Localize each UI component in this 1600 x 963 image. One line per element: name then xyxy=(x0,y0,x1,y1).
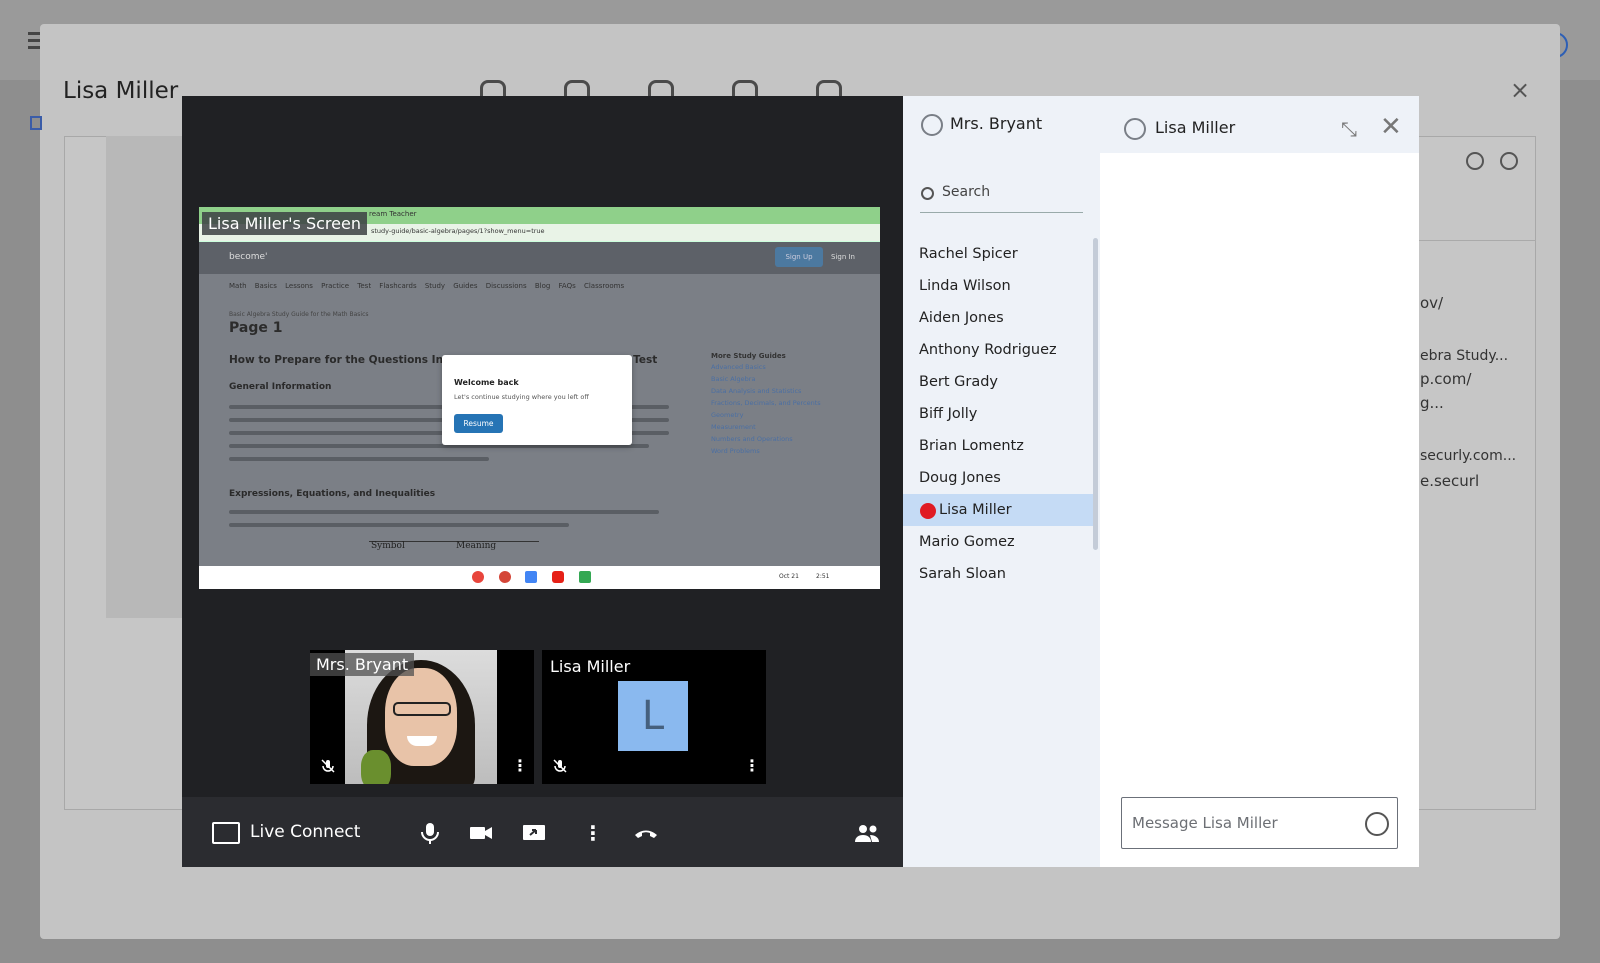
chat-bubble-icon[interactable] xyxy=(1466,152,1484,170)
table-header-meaning: Meaning xyxy=(456,541,497,551)
peek-text: ebra Study... xyxy=(1420,348,1509,364)
participant-item[interactable]: Doug Jones xyxy=(903,462,1093,494)
website-side-link: Data Analysis and Statistics xyxy=(711,387,802,395)
participant-item[interactable]: Biff Jolly xyxy=(903,398,1093,430)
hang-up-icon[interactable] xyxy=(631,820,661,846)
browser-tab-title: ream Teacher xyxy=(369,210,417,218)
website-side-link: Advanced Basics xyxy=(711,363,766,371)
mic-muted-icon xyxy=(321,759,335,773)
user-icon xyxy=(921,114,943,136)
chrome-icon xyxy=(472,571,484,583)
participant-item[interactable]: Brian Lomentz xyxy=(903,430,1093,462)
share-screen-icon[interactable] xyxy=(519,820,549,846)
chat-panel xyxy=(1100,96,1419,867)
welcome-back-subtitle: Let's continue studying where you left o… xyxy=(454,393,589,401)
youtube-icon xyxy=(552,571,564,583)
peek-text: p.com/ xyxy=(1420,370,1472,388)
resume-button: Resume xyxy=(454,414,503,433)
tile-more-icon[interactable]: ⋮ xyxy=(512,756,528,775)
tile-name-bryant: Mrs. Bryant xyxy=(310,653,415,676)
website-section-general: General Information xyxy=(229,382,332,392)
participant-item[interactable]: Anthony Rodriguez xyxy=(903,334,1093,366)
more-options-icon[interactable]: ⋮ xyxy=(578,820,608,846)
tile-name-miller: Lisa Miller xyxy=(550,657,631,676)
minimize-icon[interactable]: ⤡ xyxy=(1341,117,1357,141)
website-breadcrumb: Basic Algebra Study Guide for the Math B… xyxy=(229,311,369,318)
student-name-title: Lisa Miller xyxy=(63,78,179,104)
website-page-title: Page 1 xyxy=(229,320,283,336)
os-date: Oct 21 xyxy=(779,573,799,580)
play-store-icon xyxy=(579,571,591,583)
checkbox-icon[interactable] xyxy=(30,116,42,130)
website-section-expressions: Expressions, Equations, and Inequalities xyxy=(229,489,436,499)
glasses-shape xyxy=(393,702,451,716)
website-side-link: Measurement xyxy=(711,423,756,431)
os-time: 2:51 xyxy=(816,573,830,580)
peek-text: ov/ xyxy=(1420,294,1444,312)
microphone-icon[interactable] xyxy=(415,820,445,846)
browser-url: study-guide/basic-algebra/pages/1?show_m… xyxy=(371,227,545,235)
peek-text: securly.com... xyxy=(1420,448,1517,464)
welcome-back-title: Welcome back xyxy=(454,378,519,387)
text-line xyxy=(229,510,659,514)
participants-scrollbar[interactable] xyxy=(1093,238,1098,550)
website-nav: Math Basics Lessons Practice Test Flashc… xyxy=(229,282,625,290)
message-input[interactable] xyxy=(1121,797,1398,849)
website-signup-button: Sign Up xyxy=(775,247,823,267)
panel-close-icon[interactable]: × xyxy=(1510,76,1530,104)
table-header-symbol: Symbol xyxy=(371,541,405,551)
text-line xyxy=(229,457,489,461)
active-call-icon xyxy=(920,503,936,519)
website-logo: become' xyxy=(229,252,268,262)
participant-item[interactable]: Linda Wilson xyxy=(903,270,1093,302)
shared-screen: ream Teacher study-guide/basic-algebra/p… xyxy=(199,207,880,589)
website-heading-start: How to Prepare for the Questions Inv xyxy=(229,354,450,366)
participant-item[interactable]: Aiden Jones xyxy=(903,302,1093,334)
peek-text: e.securl xyxy=(1420,472,1480,490)
website-side-link: Word Problems xyxy=(711,447,760,455)
website-side-link: Numbers and Operations xyxy=(711,435,793,443)
camera-icon[interactable] xyxy=(466,820,496,846)
chat-header xyxy=(1100,96,1419,153)
user-icon xyxy=(1124,118,1146,140)
card-actions xyxy=(1458,152,1518,174)
website-side-link: Fractions, Decimals, and Percents xyxy=(711,399,821,407)
docs-icon xyxy=(525,571,537,583)
participant-item[interactable]: Rachel Spicer xyxy=(903,238,1093,270)
participant-item[interactable]: Bert Grady xyxy=(903,366,1093,398)
close-icon[interactable]: ✕ xyxy=(1380,112,1402,142)
participants-icon[interactable] xyxy=(852,822,882,844)
host-name: Mrs. Bryant xyxy=(950,114,1043,133)
search-icon xyxy=(921,187,934,200)
avatar: L xyxy=(618,681,688,751)
website-side-title: More Study Guides xyxy=(711,352,786,360)
emoji-icon[interactable] xyxy=(1365,812,1389,836)
participant-item[interactable]: Mario Gomez xyxy=(903,526,1093,558)
text-line xyxy=(229,523,569,527)
hair-tip-shape xyxy=(361,750,391,784)
chat-title: Lisa Miller xyxy=(1155,118,1236,137)
face-shape xyxy=(385,668,457,766)
website-side-link: Basic Algebra xyxy=(711,375,756,383)
mic-muted-icon xyxy=(553,759,567,773)
search-input[interactable]: Search xyxy=(942,184,990,200)
website-side-link: Geometry xyxy=(711,411,744,419)
gmail-icon xyxy=(499,571,511,583)
tile-more-icon[interactable]: ⋮ xyxy=(744,756,760,775)
screen-share-label: Lisa Miller's Screen xyxy=(202,212,367,235)
peek-text: g... xyxy=(1420,394,1444,412)
live-connect-label: Live Connect xyxy=(250,822,361,842)
participant-item[interactable]: Sarah Sloan xyxy=(903,558,1093,590)
website-signin-link: Sign In xyxy=(831,253,855,261)
refresh-icon[interactable] xyxy=(1500,152,1518,170)
os-taskbar xyxy=(199,566,880,589)
thumbnail-strip xyxy=(106,136,186,618)
live-connect-logo-icon xyxy=(212,822,240,844)
